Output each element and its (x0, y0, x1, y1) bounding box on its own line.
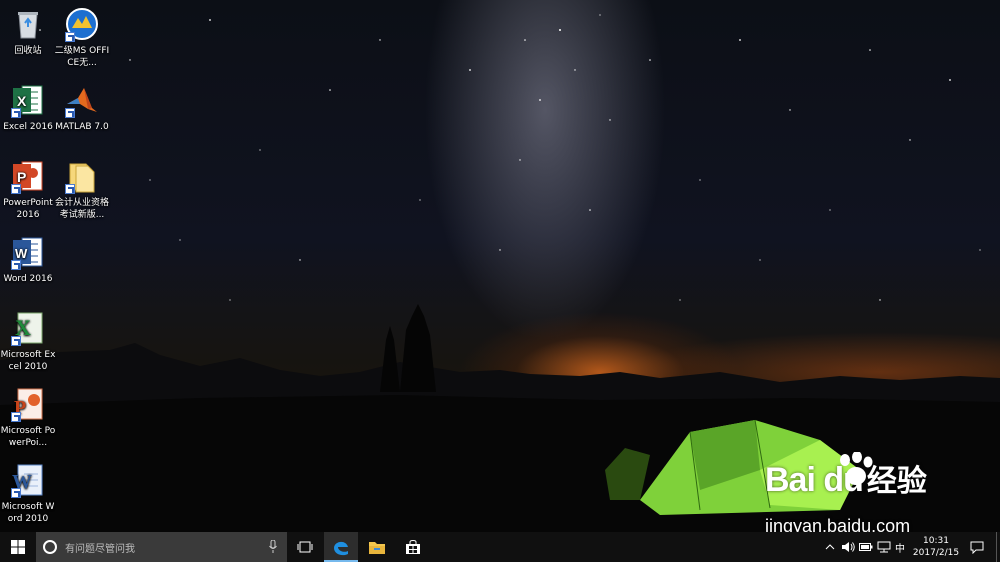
desktop-icon-powerpoint-2010[interactable]: P Microsoft PowerPoi... (0, 386, 56, 449)
start-button[interactable] (0, 532, 36, 562)
word-icon: W (10, 234, 46, 270)
svg-text:W: W (15, 246, 28, 261)
file-explorer-icon (369, 542, 385, 554)
watermark-url: jingyan.baidu.com (765, 516, 911, 532)
desktop-icon-label: 二级MS OFFICE无... (54, 46, 110, 68)
task-view-icon (297, 541, 313, 553)
paw-icon (840, 452, 873, 485)
desktop-icon-excel-2016[interactable]: X Excel 2016 (0, 82, 56, 133)
store-icon (406, 540, 420, 554)
tree-silhouette (380, 304, 436, 392)
windows-logo-icon (11, 540, 25, 554)
desktop-icon-label: MATLAB 7.0 (55, 122, 109, 132)
input-method-indicator[interactable]: 中 (893, 532, 907, 562)
desktop-icon-ms-office-exam[interactable]: 二级MS OFFICE无... (54, 6, 110, 69)
network-button[interactable] (875, 532, 893, 562)
recycle-bin-icon (10, 6, 46, 42)
desktop-icon-recycle-bin[interactable]: 回收站 (0, 6, 56, 57)
svg-text:X: X (17, 93, 27, 109)
stars (39, 14, 981, 301)
desktop-icon-accounting-exam[interactable]: 会计从业资格考试新版... (54, 158, 110, 221)
taskbar-edge-button[interactable] (324, 532, 358, 562)
desktop-icon-label: Microsoft Word 2010 (1, 502, 55, 524)
microphone-icon[interactable] (269, 540, 277, 553)
ms-office-exam-icon (64, 6, 100, 42)
excel-icon: X (10, 82, 46, 118)
desktop-icon-label: Excel 2016 (3, 122, 53, 132)
show-desktop-button[interactable] (996, 532, 1000, 562)
desktop-icon-word-2016[interactable]: W Word 2016 (0, 234, 56, 285)
desktop-icon-label: 会计从业资格考试新版... (54, 198, 109, 220)
word-2010-icon: W (10, 462, 46, 498)
taskbar: 有问题尽管问我 中 10:31 2017/2/15 (0, 532, 1000, 562)
desktop-icon-matlab[interactable]: MATLAB 7.0 (54, 82, 110, 133)
svg-text:P: P (17, 169, 26, 185)
battery-icon (859, 543, 873, 551)
show-hidden-icons-button[interactable] (822, 532, 838, 562)
edge-icon (334, 541, 348, 556)
excel-2010-icon: X (10, 310, 46, 346)
desktop-icon-label: Microsoft Excel 2010 (0, 350, 56, 372)
taskbar-file-explorer-button[interactable] (360, 532, 394, 562)
speaker-icon (842, 542, 855, 552)
desktop-icon-label: 回收站 (14, 46, 42, 56)
folder-file-icon (64, 158, 100, 194)
battery-button[interactable] (858, 532, 874, 562)
powerpoint-icon: P (10, 158, 46, 194)
cortana-search-box[interactable]: 有问题尽管问我 (36, 532, 287, 562)
volume-button[interactable] (840, 532, 856, 562)
matlab-icon (64, 82, 100, 118)
notification-icon (970, 541, 984, 554)
desktop-icon-label: Word 2016 (3, 274, 53, 284)
network-icon (877, 541, 891, 553)
search-placeholder: 有问题尽管问我 (65, 543, 135, 555)
desktop-icon-excel-2010[interactable]: X Microsoft Excel 2010 (0, 310, 56, 373)
taskbar-store-button[interactable] (396, 532, 430, 562)
desktop-icon-label: PowerPoint 2016 (3, 198, 53, 220)
task-view-button[interactable] (290, 532, 320, 562)
clock-time: 10:31 (923, 536, 949, 546)
chevron-up-icon (825, 544, 835, 550)
action-center-button[interactable] (964, 532, 990, 562)
desktop-icon-powerpoint-2016[interactable]: P PowerPoint 2016 (0, 158, 56, 221)
powerpoint-2010-icon: P (10, 386, 46, 422)
clock[interactable]: 10:31 2017/2/15 (908, 532, 964, 562)
clock-date: 2017/2/15 (912, 548, 960, 558)
watermark-jingyan: 经验 (866, 464, 927, 499)
desktop-icon-word-2010[interactable]: W Microsoft Word 2010 (0, 462, 56, 525)
desktop-icon-label: Microsoft PowerPoi... (0, 426, 56, 448)
desktop[interactable]: 回收站 二级MS OFFICE无... X Excel 2016 MATLAB … (0, 0, 1000, 532)
baidu-jingyan-watermark: Bai du 经验 jingyan.baidu.com (765, 452, 927, 532)
cortana-icon (43, 540, 57, 554)
